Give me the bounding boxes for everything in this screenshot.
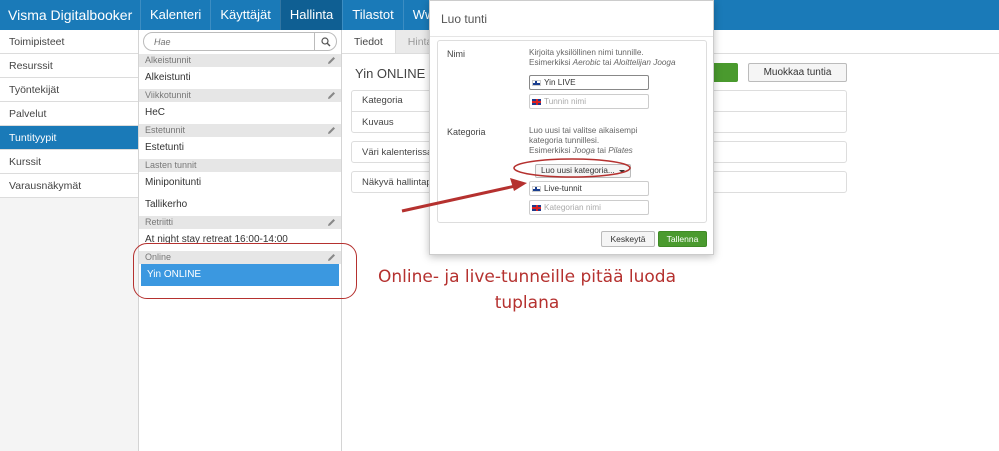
category-fi-value: Live-tunnit [544,184,582,193]
pencil-icon[interactable] [327,56,336,65]
list-item[interactable]: Tallikerho [139,194,341,216]
create-lesson-modal: Luo tunti Nimi Kirjoita yksilöllinen nim… [429,0,714,255]
list-item[interactable]: Miniponitunti [139,172,341,194]
nav-item-kalenteri[interactable]: Kalenteri [140,0,210,30]
sidebar-item-varausnakymat[interactable]: Varausnäkymät [0,174,138,198]
category-select-value: Luo uusi kategoria... [541,166,615,175]
category-help-text: Luo uusi tai valitse aikaisempi kategori… [529,126,638,145]
nav-item-kayttajat[interactable]: Käyttäjät [210,0,280,30]
app-brand[interactable]: Visma Digitalbooker [0,0,140,30]
sidebar-item-tyontekijat[interactable]: Työntekijät [0,78,138,102]
group-header: Retriitti [139,216,341,229]
category-en-placeholder: Kategorian nimi [544,203,601,212]
name-help: Kirjoita yksilöllinen nimi tunnille. Esi… [529,48,679,68]
name-en-placeholder: Tunnin nimi [544,97,587,106]
modal-title: Luo tunti [430,1,713,37]
group-header: Estetunnit [139,124,341,137]
group-name: Retriitti [145,217,174,227]
name-example-mid: tai [600,58,614,67]
nav-item-hallinta[interactable]: Hallinta [279,0,343,30]
tab-tiedot[interactable]: Tiedot [342,30,396,53]
category-help: Luo uusi tai valitse aikaisempi kategori… [529,126,669,156]
sidebar-item-kurssit[interactable]: Kurssit [0,150,138,174]
annotation-circle-online [133,243,357,299]
nav-item-tilastot[interactable]: Tilastot [342,0,402,30]
group-name: Lasten tunnit [145,160,197,170]
lesson-type-list: Alkeistunnit Alkeistunti Viikkotunnit He… [139,30,342,451]
group-name: Viikkotunnit [145,90,191,100]
cancel-button[interactable]: Keskeytä [601,231,655,247]
edit-lesson-button[interactable]: Muokkaa tuntia [748,63,847,82]
search-icon [320,36,330,46]
caret-down-icon [618,169,625,173]
english-flag-icon [532,204,541,211]
sidebar-item-tuntityypit[interactable]: Tuntityypit [0,126,138,150]
search-input[interactable] [144,33,314,50]
save-button[interactable]: Tallenna [658,231,707,247]
category-en-input[interactable]: Kategorian nimi [529,200,649,215]
group-header: Alkeistunnit [139,54,341,67]
list-item[interactable]: Alkeistunti [139,67,341,89]
finnish-flag-icon [532,79,541,86]
search-button[interactable] [314,32,336,51]
page-title: Yin ONLINE [355,66,426,81]
list-item[interactable]: Estetunti [139,137,341,159]
group-header: Viikkotunnit [139,89,341,102]
field-label: Kategoria [362,95,403,106]
category-select[interactable]: Luo uusi kategoria... [535,164,631,178]
name-en-input[interactable]: Tunnin nimi [529,94,649,109]
english-flag-icon [532,98,541,105]
save-button-partial[interactable] [714,63,738,82]
name-fi-input[interactable]: Yin LIVE [529,75,649,90]
pencil-icon[interactable] [327,91,336,100]
group-header: Lasten tunnit [139,159,341,172]
category-example-mid: tai [594,146,609,155]
sidebar-item-toimipisteet[interactable]: Toimipisteet [0,30,138,54]
field-label: Näkyvä hallintapu [362,177,437,188]
category-fi-input[interactable]: Live-tunnit [529,181,649,196]
category-example-prefix: Esimerkiksi [529,146,573,155]
name-fi-value: Yin LIVE [544,78,576,87]
field-label: Väri kalenterissa [362,147,433,158]
name-label: Nimi [447,49,465,59]
group-name: Estetunnit [145,125,186,135]
category-example-1: Jooga [572,146,595,155]
field-label: Kuvaus [362,117,394,128]
sidebar: Toimipisteet Resurssit Työntekijät Palve… [0,30,139,451]
list-item[interactable]: HeC [139,102,341,124]
category-example-2: Pilates [608,146,633,155]
name-example-prefix: Esimerkiksi [529,58,573,67]
name-example-2: Aloittelijan Jooga [613,58,676,67]
pencil-icon[interactable] [327,126,336,135]
search-box [143,32,337,51]
modal-form: Nimi Kirjoita yksilöllinen nimi tunnille… [437,40,707,223]
group-name: Alkeistunnit [145,55,192,65]
category-label: Kategoria [447,127,486,137]
sidebar-item-palvelut[interactable]: Palvelut [0,102,138,126]
annotation-text: Online- ja live-tunneille pitää luoda tu… [377,267,677,313]
name-example-1: Aerobic [572,58,601,67]
sidebar-item-resurssit[interactable]: Resurssit [0,54,138,78]
pencil-icon[interactable] [327,218,336,227]
finnish-flag-icon [532,185,541,192]
name-help-text: Kirjoita yksilöllinen nimi tunnille. [529,48,644,57]
